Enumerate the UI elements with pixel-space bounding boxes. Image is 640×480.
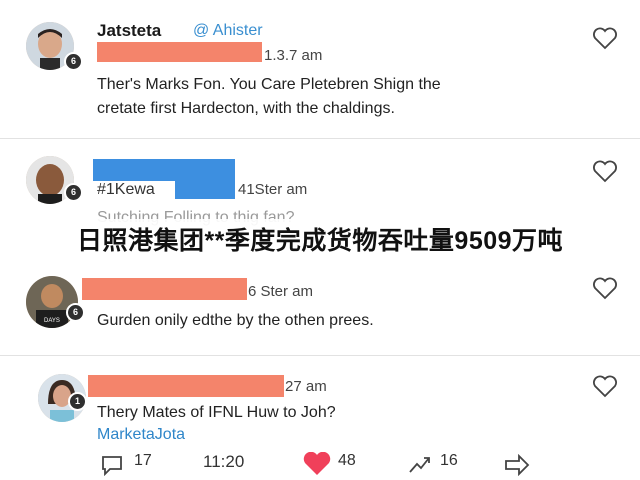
like-heart-icon[interactable] <box>591 26 619 50</box>
comment-4: 1 27 am Thery Mates of IFNL Huw to Joh? … <box>0 356 640 446</box>
comment-text-line1: Ther's Marks Fon. You Care Pletebren Shi… <box>97 76 441 93</box>
like-heart-icon[interactable] <box>591 159 619 183</box>
like-heart-icon[interactable] <box>591 374 619 398</box>
verified-icon: 6 <box>64 52 83 71</box>
comment-time: 1.3.7 am <box>264 47 323 64</box>
verified-icon: 1 <box>68 392 87 411</box>
heart-filled-icon[interactable] <box>302 452 332 476</box>
redaction-bar <box>88 375 284 397</box>
redaction-bar <box>93 159 235 181</box>
verified-icon: 6 <box>64 183 83 202</box>
share-icon[interactable] <box>407 454 433 476</box>
redaction-bar <box>97 42 262 62</box>
comment-text: Thery Mates of IFNL Huw to Joh? <box>97 404 336 421</box>
comment-username[interactable]: #1Kewa <box>97 181 155 199</box>
news-caption: 日照港集团**季度完成货物吞吐量9509万吨 <box>0 219 640 263</box>
comment-1: 6 Jatsteta @ Ahister 1.3.7 am Ther's Mar… <box>0 0 640 138</box>
share-count: 16 <box>440 452 458 469</box>
reply-icon[interactable] <box>100 454 124 476</box>
like-count: 48 <box>338 452 356 469</box>
comment-handle[interactable]: @ Ahister <box>193 22 263 40</box>
comment-time: 6 Ster am <box>248 283 314 300</box>
retweet-count[interactable]: 11:20 <box>203 452 244 472</box>
verified-icon: 6 <box>66 303 85 322</box>
comment-text: Gurden onily edthe by the othen prees. <box>97 312 374 329</box>
redaction-bar <box>175 179 235 199</box>
redaction-bar <box>82 278 247 300</box>
reply-count: 17 <box>134 452 152 469</box>
svg-text:DAYS: DAYS <box>44 318 60 324</box>
comment-text-line2: cretate first Hardecton, with the chaldi… <box>97 100 395 117</box>
mention-link[interactable]: MarketaJota <box>97 426 185 444</box>
like-heart-icon[interactable] <box>591 276 619 300</box>
comment-time: 41Ster am <box>238 181 308 198</box>
comment-time: 27 am <box>285 378 327 395</box>
comment-username[interactable]: Jatsteta <box>97 21 161 41</box>
comment-3: DAYS 6 6 Ster am Gurden onily edthe by t… <box>0 263 640 355</box>
forward-arrow-icon[interactable] <box>503 454 531 476</box>
